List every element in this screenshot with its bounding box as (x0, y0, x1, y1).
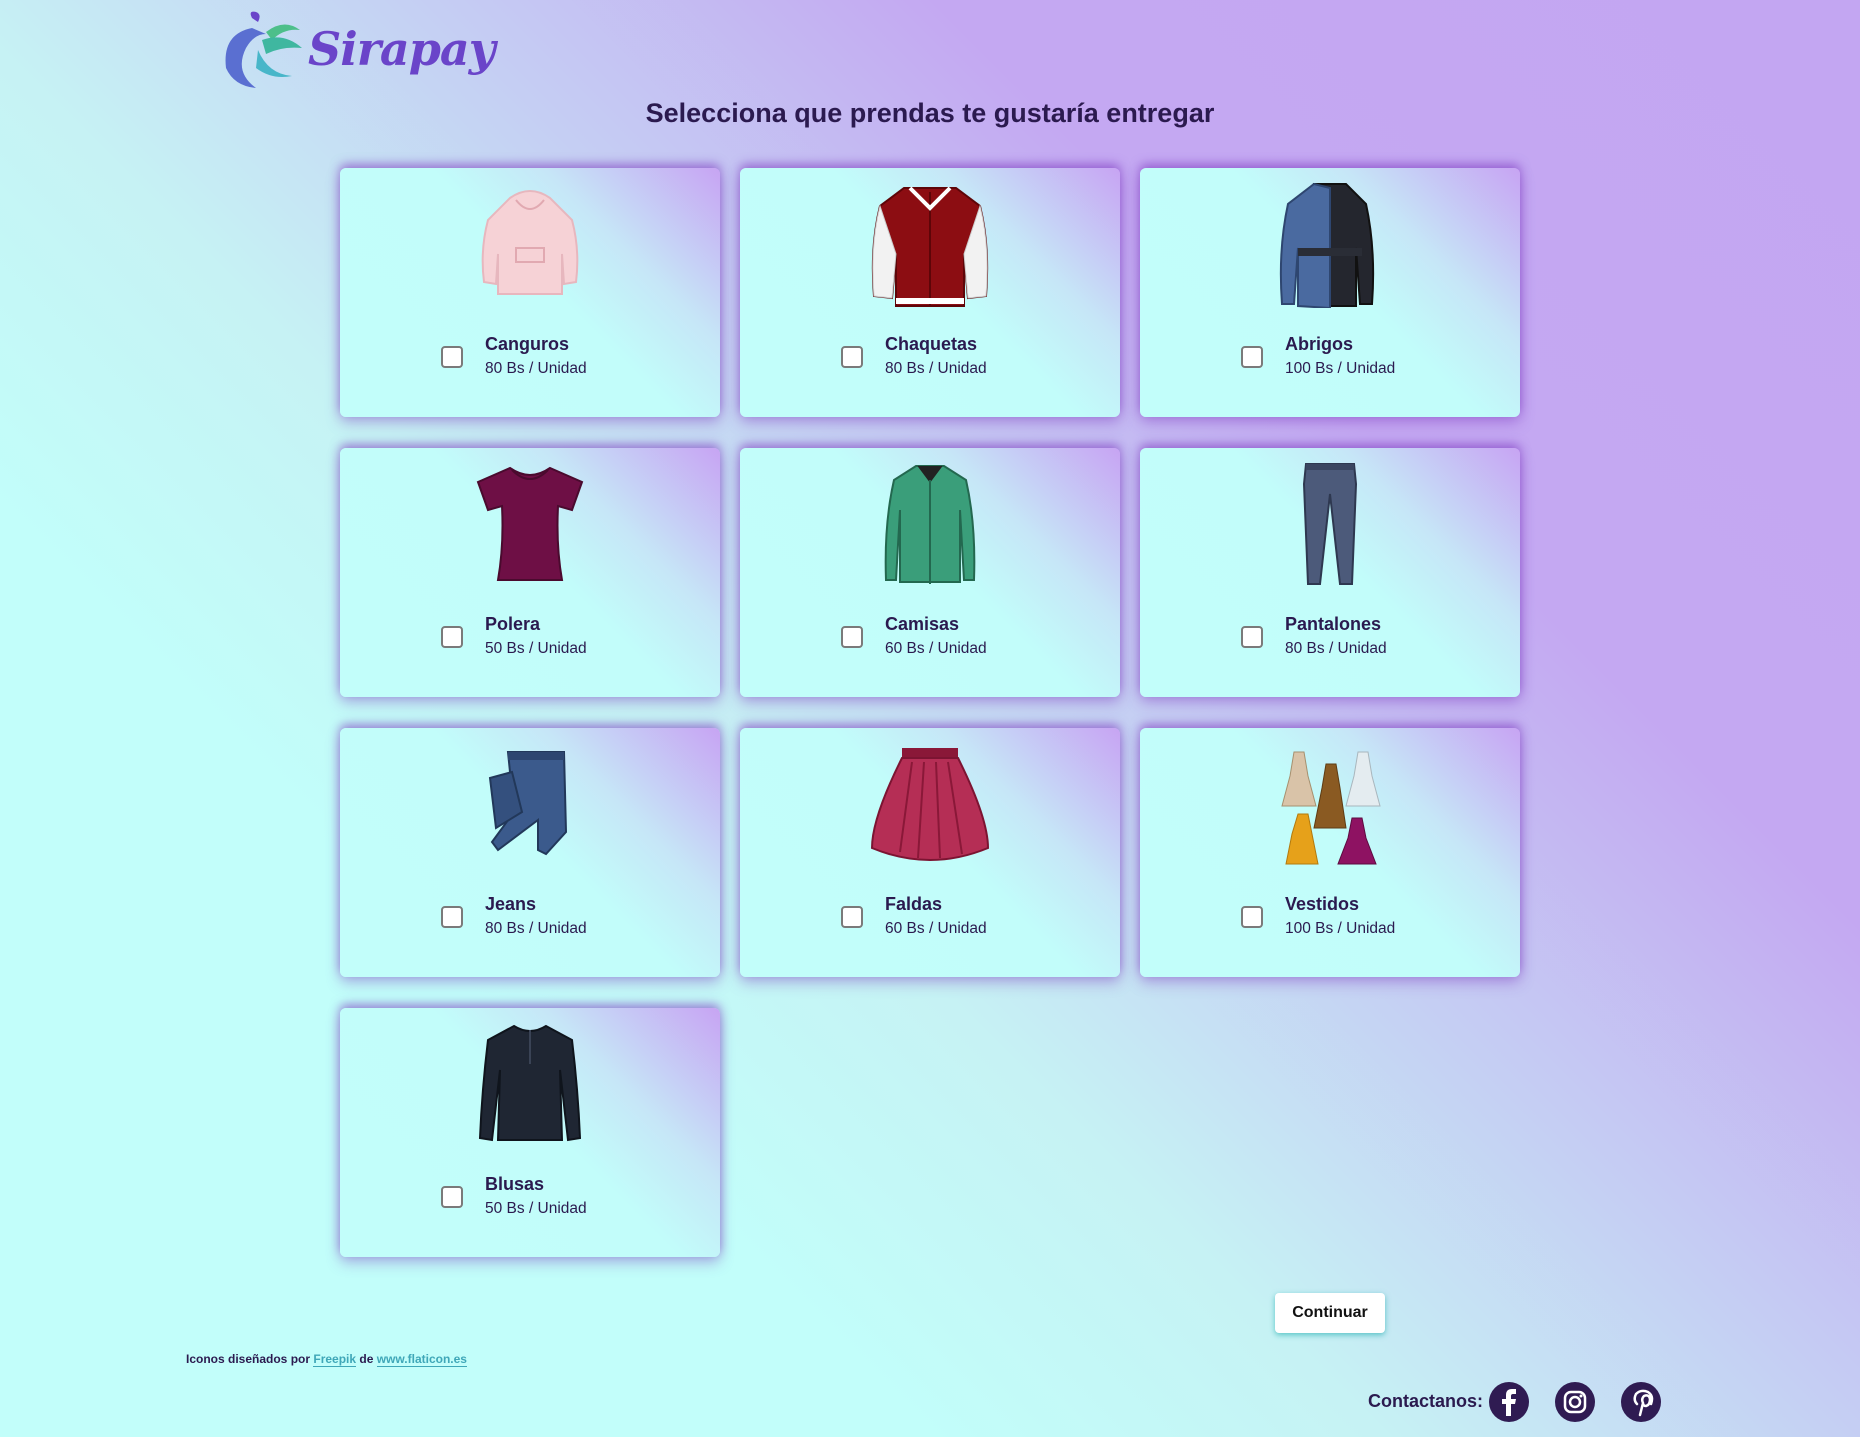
contact-label: Contactanos: (1368, 1391, 1484, 1411)
checkbox-camisas[interactable] (841, 626, 863, 648)
garment-name: Faldas (885, 894, 943, 914)
garment-price: 80 Bs / Unidad (1285, 640, 1387, 657)
garment-name: Canguros (485, 334, 570, 354)
garment-card-polera[interactable]: Polera 50 Bs / Unidad (340, 448, 720, 697)
garment-name: Polera (485, 614, 541, 634)
garment-price: 60 Bs / Unidad (885, 640, 987, 657)
tshirt-icon (460, 458, 600, 588)
hoodie-icon (460, 178, 600, 308)
garment-card-pantalones[interactable]: Pantalones 80 Bs / Unidad (1140, 448, 1520, 697)
pinterest-icon[interactable] (1621, 1382, 1661, 1422)
garment-price: 80 Bs / Unidad (885, 360, 987, 377)
dresses-icon (1260, 738, 1400, 868)
facebook-icon[interactable] (1489, 1382, 1529, 1422)
garment-card-faldas[interactable]: Faldas 60 Bs / Unidad (740, 728, 1120, 977)
garment-price: 80 Bs / Unidad (485, 920, 587, 937)
garment-price: 80 Bs / Unidad (485, 360, 587, 377)
checkbox-jeans[interactable] (441, 906, 463, 928)
checkbox-faldas[interactable] (841, 906, 863, 928)
garment-name: Blusas (485, 1174, 545, 1194)
icon-credits: Iconos diseñados por Freepik de www.flat… (186, 1352, 467, 1367)
freepik-link[interactable]: Freepik (313, 1352, 357, 1367)
garment-price: 100 Bs / Unidad (1285, 360, 1396, 377)
brand-logo[interactable]: Sirapay (222, 10, 495, 90)
jeans-icon (460, 738, 600, 868)
checkbox-canguros[interactable] (441, 346, 463, 368)
checkbox-blusas[interactable] (441, 1186, 463, 1208)
pants-icon (1260, 458, 1400, 588)
garment-card-abrigos[interactable]: Abrigos 100 Bs / Unidad (1140, 168, 1520, 417)
garment-card-blusas[interactable]: Blusas 50 Bs / Unidad (340, 1008, 720, 1257)
garment-price: 60 Bs / Unidad (885, 920, 987, 937)
garment-card-vestidos[interactable]: Vestidos 100 Bs / Unidad (1140, 728, 1520, 977)
garment-name: Pantalones (1285, 614, 1382, 634)
credits-prefix: Iconos diseñados por (186, 1352, 314, 1366)
skirt-icon (860, 738, 1000, 868)
page-title: Selecciona que prendas te gustaría entre… (645, 98, 1215, 128)
garment-name: Chaquetas (885, 334, 978, 354)
garment-name: Camisas (885, 614, 960, 634)
garment-name: Jeans (485, 894, 537, 914)
continue-button[interactable]: Continuar (1275, 1293, 1385, 1333)
garment-price: 50 Bs / Unidad (485, 1200, 587, 1217)
garment-card-canguros[interactable]: Canguros 80 Bs / Unidad (340, 168, 720, 417)
jacket-icon (860, 178, 1000, 308)
checkbox-pantalones[interactable] (1241, 626, 1263, 648)
flaticon-link[interactable]: www.flaticon.es (376, 1352, 467, 1367)
garment-name: Vestidos (1285, 894, 1360, 914)
blouse-icon (460, 1018, 600, 1148)
instagram-icon[interactable] (1555, 1382, 1595, 1422)
checkbox-abrigos[interactable] (1241, 346, 1263, 368)
brand-name: Sirapay (308, 22, 495, 76)
credits-mid: de (356, 1352, 377, 1366)
coat-icon (1260, 178, 1400, 310)
garment-card-chaquetas[interactable]: Chaquetas 80 Bs / Unidad (740, 168, 1120, 417)
garment-name: Abrigos (1285, 334, 1354, 354)
checkbox-vestidos[interactable] (1241, 906, 1263, 928)
checkbox-polera[interactable] (441, 626, 463, 648)
garment-price: 50 Bs / Unidad (485, 640, 587, 657)
logo-swirl-icon (225, 11, 302, 88)
garment-price: 100 Bs / Unidad (1285, 920, 1396, 937)
garment-grid: Canguros 80 Bs / Unidad Chaquetas 80 Bs … (340, 168, 1520, 1258)
shirt-icon (860, 458, 1000, 588)
garment-card-camisas[interactable]: Camisas 60 Bs / Unidad (740, 448, 1120, 697)
garment-card-jeans[interactable]: Jeans 80 Bs / Unidad (340, 728, 720, 977)
checkbox-chaquetas[interactable] (841, 346, 863, 368)
